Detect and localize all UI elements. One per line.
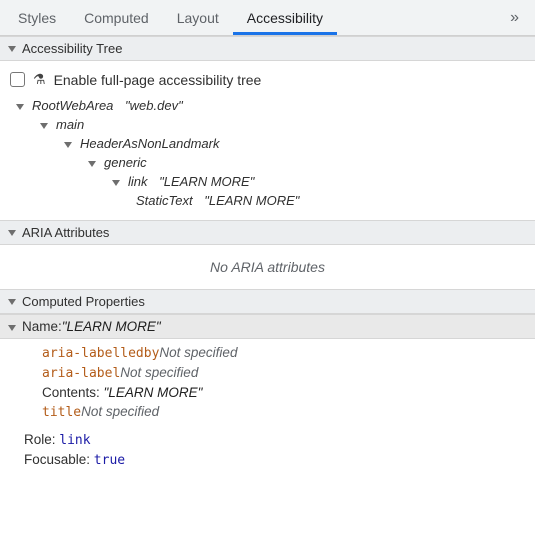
chevron-down-icon bbox=[8, 46, 16, 52]
prop-title: titleNot specified bbox=[42, 402, 525, 422]
computed-name-label: Name: bbox=[22, 319, 62, 334]
tab-accessibility[interactable]: Accessibility bbox=[233, 0, 337, 35]
tree-node-statictext[interactable]: StaticText "LEARN MORE" bbox=[10, 191, 525, 210]
chevron-down-icon bbox=[16, 104, 24, 110]
section-header-aria[interactable]: ARIA Attributes bbox=[0, 220, 535, 245]
section-header-computed[interactable]: Computed Properties bbox=[0, 289, 535, 314]
tree-node-rootwebarea[interactable]: RootWebArea "web.dev" bbox=[10, 96, 525, 115]
tab-overflow-button[interactable]: » bbox=[498, 9, 531, 27]
aria-empty-message: No ARIA attributes bbox=[0, 245, 535, 289]
chevron-down-icon bbox=[40, 123, 48, 129]
computed-name-row[interactable]: Name: "LEARN MORE" bbox=[0, 314, 535, 339]
a11y-tree: RootWebArea "web.dev" main HeaderAsNonLa… bbox=[0, 96, 535, 210]
tree-node-main[interactable]: main bbox=[10, 115, 525, 134]
devtools-tabbar: Styles Computed Layout Accessibility » bbox=[0, 0, 535, 36]
tree-node-generic[interactable]: generic bbox=[10, 153, 525, 172]
enable-fullpage-checkbox[interactable] bbox=[10, 72, 25, 87]
tab-layout[interactable]: Layout bbox=[163, 0, 233, 35]
tab-styles[interactable]: Styles bbox=[4, 0, 70, 35]
computed-name-sources: aria-labelledbyNot specified aria-labelN… bbox=[0, 339, 535, 430]
chevron-down-icon bbox=[8, 325, 16, 331]
chevron-down-icon bbox=[112, 180, 120, 186]
section-title: Computed Properties bbox=[22, 294, 145, 309]
tab-computed[interactable]: Computed bbox=[70, 0, 163, 35]
computed-focusable-row: Focusable: true bbox=[0, 450, 535, 470]
computed-name-value: "LEARN MORE" bbox=[62, 319, 161, 334]
computed-role-row: Role: link bbox=[0, 430, 535, 450]
section-title: ARIA Attributes bbox=[22, 225, 109, 240]
a11y-tree-panel: ⚗ Enable full-page accessibility tree Ro… bbox=[0, 61, 535, 220]
flask-icon: ⚗ bbox=[33, 71, 46, 88]
prop-contents: Contents: "LEARN MORE" bbox=[42, 383, 525, 402]
chevron-down-icon bbox=[8, 299, 16, 305]
prop-aria-label: aria-labelNot specified bbox=[42, 363, 525, 383]
tree-node-header[interactable]: HeaderAsNonLandmark bbox=[10, 134, 525, 153]
enable-fullpage-row[interactable]: ⚗ Enable full-page accessibility tree bbox=[0, 67, 535, 96]
section-title: Accessibility Tree bbox=[22, 41, 122, 56]
section-header-a11y-tree[interactable]: Accessibility Tree bbox=[0, 36, 535, 61]
chevron-down-icon bbox=[88, 161, 96, 167]
chevron-down-icon bbox=[64, 142, 72, 148]
tree-node-link[interactable]: link "LEARN MORE" bbox=[10, 172, 525, 191]
enable-fullpage-label: Enable full-page accessibility tree bbox=[54, 72, 262, 88]
prop-aria-labelledby: aria-labelledbyNot specified bbox=[42, 343, 525, 363]
chevron-down-icon bbox=[8, 230, 16, 236]
